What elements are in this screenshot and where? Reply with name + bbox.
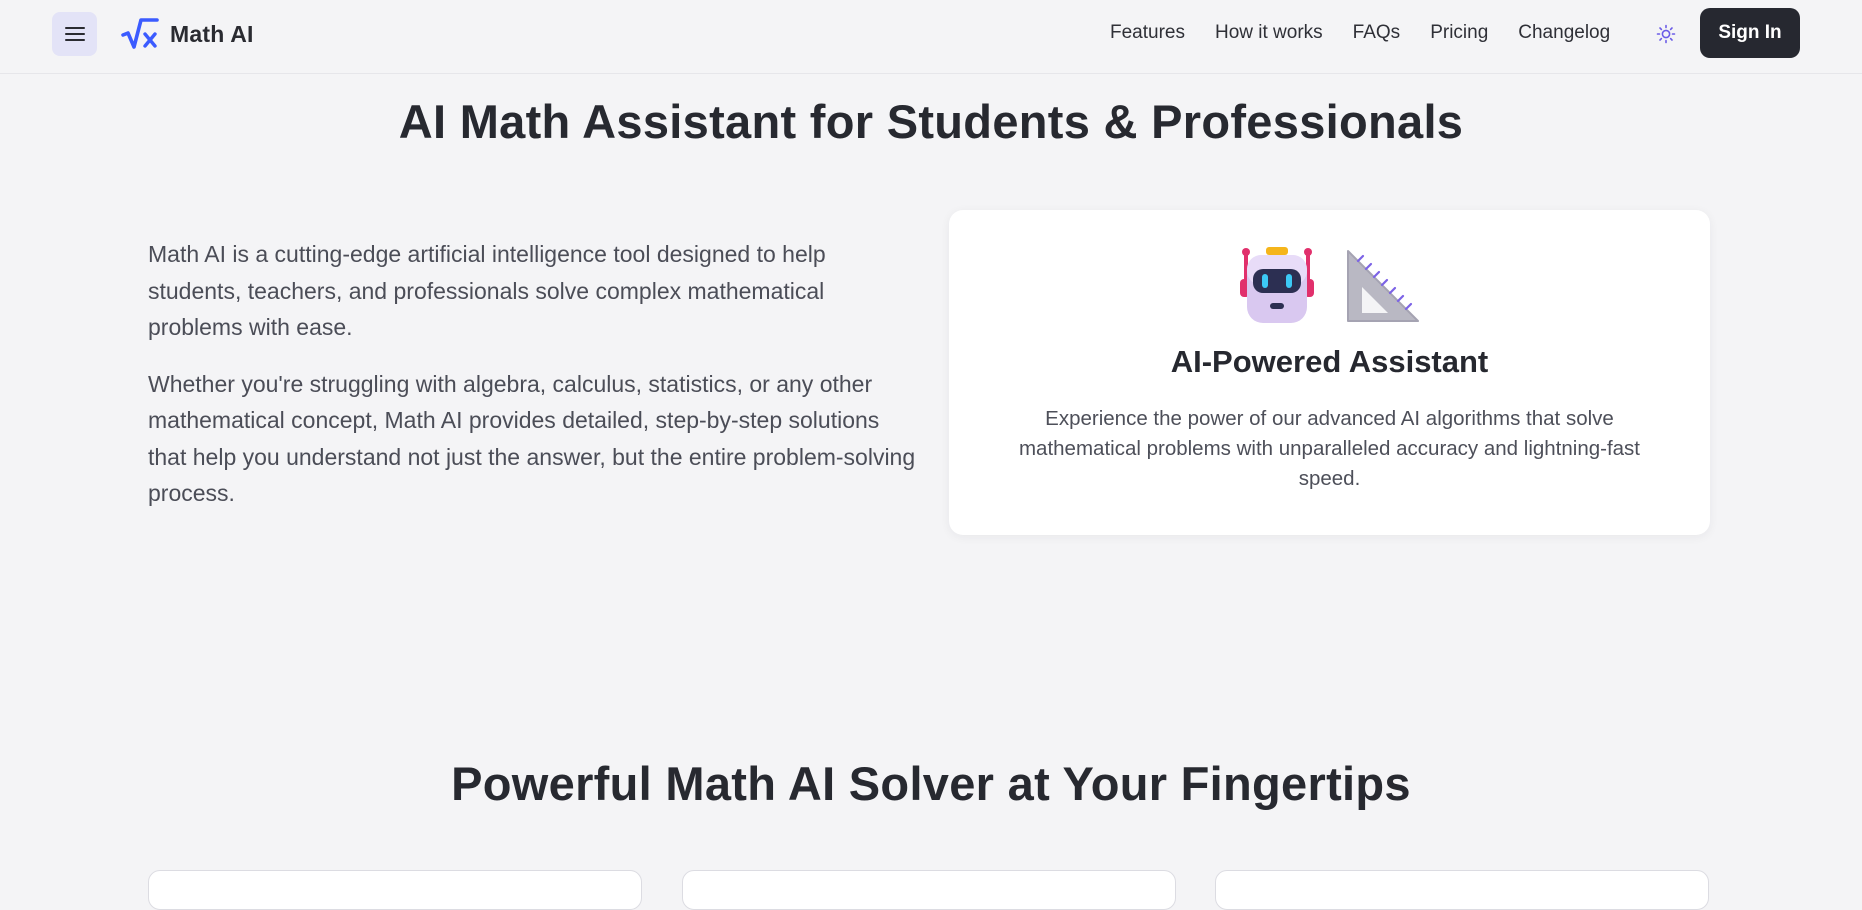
main-nav: Features How it works FAQs Pricing Chang…	[1110, 0, 1640, 66]
solver-card	[148, 870, 642, 910]
feature-card-description: Experience the power of our advanced AI …	[1018, 407, 1641, 490]
nav-link-changelog[interactable]: Changelog	[1518, 22, 1610, 44]
solver-section-title: Powerful Math AI Solver at Your Fingerti…	[451, 757, 1411, 810]
intro-text: Math AI is a cutting-edge artificial int…	[148, 236, 918, 512]
robot-icon	[1238, 245, 1316, 330]
nav-link-faqs[interactable]: FAQs	[1353, 22, 1401, 44]
solver-card	[1215, 870, 1709, 910]
solver-card	[682, 870, 1176, 910]
hamburger-menu-icon	[64, 27, 85, 41]
nav-link-pricing[interactable]: Pricing	[1430, 22, 1488, 44]
top-navbar: Math AI Features How it works FAQs Prici…	[0, 0, 1862, 74]
feature-card-title: AI-Powered Assistant	[1170, 344, 1489, 379]
sqrt-x-logo-icon	[120, 16, 160, 52]
nav-link-how-it-works[interactable]: How it works	[1215, 22, 1323, 44]
theme-toggle-button[interactable]	[1651, 19, 1681, 49]
feature-card-icons	[949, 246, 1710, 330]
triangular-ruler-icon	[1344, 247, 1422, 330]
hero-title: AI Math Assistant for Students & Profess…	[398, 95, 1464, 148]
intro-paragraph: Math AI is a cutting-edge artificial int…	[148, 241, 826, 340]
nav-link-features[interactable]: Features	[1110, 22, 1185, 44]
feature-card: AI-Powered Assistant Experience the powe…	[949, 210, 1710, 535]
sign-in-button[interactable]: Sign In	[1700, 8, 1800, 58]
intro-paragraph: Whether you're struggling with algebra, …	[148, 370, 916, 507]
logo-text: Math AI	[170, 20, 254, 47]
logo[interactable]: Math AI	[120, 14, 254, 54]
sun-icon	[1656, 24, 1676, 44]
hamburger-menu-button[interactable]	[52, 12, 97, 56]
